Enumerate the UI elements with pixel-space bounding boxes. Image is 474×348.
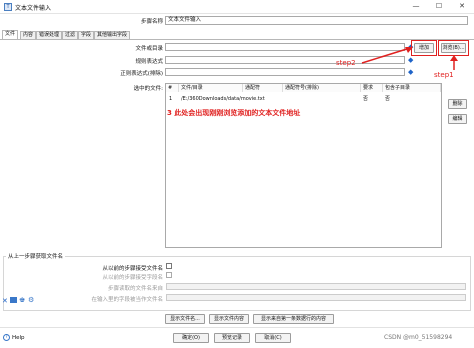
row-include-subfolders: 否 xyxy=(385,96,391,102)
tab-filter[interactable]: 过滤 xyxy=(62,31,79,39)
step2-arrow xyxy=(361,47,413,64)
step3-annotation: 3 此处会出现刚刚浏览添加的文本文件地址 xyxy=(167,109,301,117)
edit-button[interactable]: 编辑 xyxy=(448,114,467,124)
help-link[interactable]: Help xyxy=(12,335,25,341)
field-in-input-select[interactable] xyxy=(166,294,466,301)
exclude-regex-input[interactable] xyxy=(165,68,405,76)
accept-field-label: 从以前的步骤接受字段名 xyxy=(102,275,163,281)
header-wildcard: 通配符 xyxy=(243,84,283,92)
header-index: # xyxy=(166,84,179,92)
title-bar: T 文本文件输入 — ☐ ✕ xyxy=(0,0,474,14)
close-button[interactable]: ✕ xyxy=(453,1,471,12)
app-icon: T xyxy=(4,3,12,11)
step1-arrow xyxy=(450,55,458,70)
read-step-label: 步骤读取的文件名来自 xyxy=(107,286,163,292)
tab-file[interactable]: 文件 xyxy=(2,30,19,39)
tab-content[interactable]: 内容 xyxy=(20,31,37,39)
accept-filenames-checkbox[interactable] xyxy=(166,263,172,269)
accept-field-checkbox[interactable] xyxy=(166,272,172,278)
row-file-path: /E:/360Downloads/data/movie.txt xyxy=(181,96,265,102)
tab-other-output-fields[interactable]: 其他输出字段 xyxy=(94,31,131,39)
ok-button[interactable]: 确定(O) xyxy=(173,333,209,343)
header-exclude-wildcard: 通配符号(排除) xyxy=(283,84,361,92)
window-title: 文本文件输入 xyxy=(15,5,52,12)
prev-step-section-title: 从上一步骤获取文件名 xyxy=(6,252,66,260)
header-file-dir: 文件/目录 xyxy=(179,84,243,92)
regex-label: 规则表达式 xyxy=(135,59,163,65)
step2-annotation: step2 xyxy=(336,59,356,67)
shirt-icon[interactable]: ♚ xyxy=(19,296,25,304)
tab-fields[interactable]: 字段 xyxy=(78,31,95,39)
watermark: CSDN @m0_51598294 xyxy=(384,334,453,341)
add-button[interactable]: 增加 xyxy=(414,43,434,53)
tab-strip-line xyxy=(0,39,474,40)
footer-divider xyxy=(0,327,474,328)
file-or-dir-label: 文件或目录 xyxy=(135,46,163,52)
show-filenames-button[interactable]: 显示文件名... xyxy=(165,314,205,324)
tab-error-handling[interactable]: 错误处理 xyxy=(36,31,63,39)
read-step-select[interactable] xyxy=(166,283,466,290)
header-include-subfolders: 包含子目录 xyxy=(383,84,441,92)
field-in-input-label: 在输入里的字段被当作文件名 xyxy=(91,297,163,303)
maximize-button[interactable]: ☐ xyxy=(430,1,448,12)
preview-button[interactable]: 预览记录 xyxy=(214,333,250,343)
browse-button[interactable]: 浏览(B)... xyxy=(441,43,466,53)
header-required: 要求 xyxy=(361,84,383,92)
close-small-icon[interactable]: ✕ xyxy=(2,297,8,305)
delete-button[interactable]: 删除 xyxy=(448,99,467,109)
exclude-regex-label: 正则表达式(排除) xyxy=(120,71,163,77)
show-first-row-content-button[interactable]: 显示来自第一条数据行的内容 xyxy=(253,314,334,324)
step-name-input[interactable]: 文本文件输入 xyxy=(165,16,468,25)
step1-annotation: step1 xyxy=(434,71,454,79)
mail-icon[interactable] xyxy=(10,297,17,303)
step-name-label: 步骤名称 xyxy=(140,19,163,25)
variable-icon-exclude: ◆ xyxy=(408,68,414,76)
cancel-button[interactable]: 取消(C) xyxy=(255,333,291,343)
help-icon[interactable]: ? xyxy=(3,334,10,341)
minimize-button[interactable]: — xyxy=(407,1,425,12)
gear-icon[interactable]: ⚙ xyxy=(28,296,34,304)
selected-files-label: 选中的文件: xyxy=(133,86,163,92)
accept-filenames-label: 从以前的步骤接受文件名 xyxy=(102,266,163,272)
show-file-content-button[interactable]: 显示文件内容 xyxy=(209,314,249,324)
row-required: 否 xyxy=(363,96,369,102)
row-index: 1 xyxy=(169,96,173,102)
